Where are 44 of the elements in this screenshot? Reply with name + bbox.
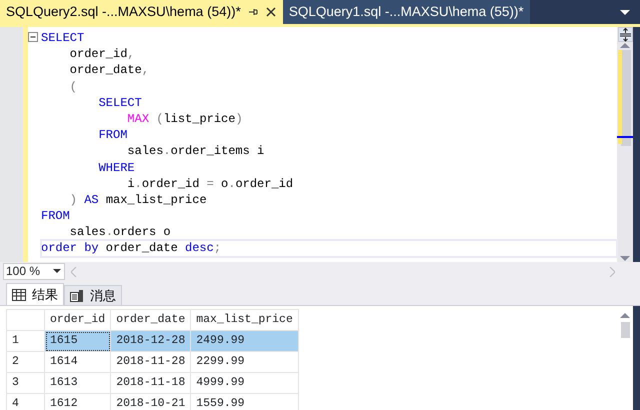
code-line: order_id, [68,46,136,62]
table-cell: 2018-11-28 [110,352,191,372]
row-number: 2 [6,352,44,372]
code-line: WHERE [98,160,136,176]
pin-icon [246,6,259,18]
row-number: 4 [6,394,44,410]
scroll-up-icon [620,312,630,319]
scroll-right-icon [609,266,615,276]
close-icon [264,6,277,18]
code-line: ) AS max_list_price [68,192,208,208]
table-cell: 1614 [44,352,111,372]
code-line: sales.orders o [68,224,172,240]
document-icon [70,290,84,302]
code-line: SELECT [41,30,86,46]
code-line: FROM [41,208,71,224]
code-line: ( [68,78,78,95]
code-line: order by order_date desc; [41,240,617,257]
zoom-dropdown[interactable]: 100 % [3,263,65,280]
row-number: 3 [6,372,44,394]
table-cell: 1613 [44,372,111,394]
table-icon [12,288,26,300]
table-cell: 2299.99 [190,352,298,372]
table-cell: 1615 [44,330,111,352]
scroll-left-icon [71,266,77,276]
scroll-down-icon [620,254,630,262]
table-cell: 4999.99 [190,372,298,394]
code-line: SELECT [98,94,143,111]
results-tab[interactable]: 结果 [6,283,64,305]
document-tab[interactable]: SQLQuery1.sql -...MAXSU\hema (55))* [282,0,530,24]
caret-icon [53,269,61,274]
code-line: order_date, [68,62,150,79]
code-line: FROM [98,127,128,144]
code-line: i.order_id = o.order_id [126,176,294,192]
table-cell: 2018-11-18 [110,372,191,394]
scrollbar-thumb [620,322,630,338]
code-line: sales.order_items i [126,143,266,160]
results-tab[interactable]: 消息 [64,285,122,305]
table-cell: 2499.99 [190,330,298,352]
dropdown-icon[interactable] [620,10,630,16]
table-cell: 2018-12-28 [110,330,191,352]
code-line: MAX (list_price) [126,110,244,128]
document-tab[interactable]: SQLQuery2.sql -...MAXSU\hema (54))* [0,0,283,24]
column-header: max_list_price [190,310,298,330]
collapse-icon[interactable] [28,32,39,43]
